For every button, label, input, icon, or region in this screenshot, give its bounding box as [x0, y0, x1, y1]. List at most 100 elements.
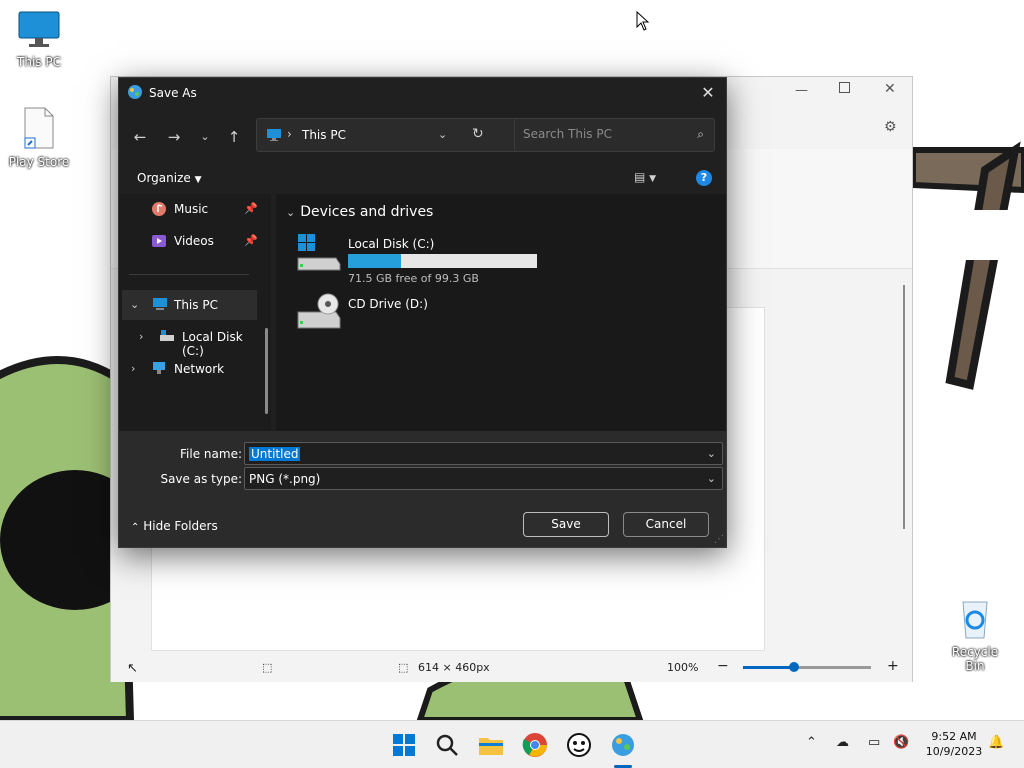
- volume-muted-icon[interactable]: 🔇: [893, 735, 909, 750]
- nav-item-label: This PC: [174, 298, 218, 312]
- chevron-down-icon[interactable]: ⌄: [130, 298, 139, 311]
- nav-divider: [129, 274, 249, 275]
- dialog-close-button[interactable]: ✕: [698, 83, 718, 103]
- chevron-down-icon: ▼: [649, 174, 657, 184]
- windows-drive-icon: [297, 234, 341, 271]
- file-explorer-icon[interactable]: [477, 731, 505, 759]
- close-icon[interactable]: ✕: [884, 81, 896, 97]
- disk-icon: [160, 330, 174, 341]
- file-name-value[interactable]: Untitled: [249, 447, 301, 461]
- search-box[interactable]: ⌕: [514, 118, 715, 152]
- videos-icon: [152, 235, 166, 247]
- chevron-down-icon[interactable]: ⌄: [707, 447, 716, 460]
- file-name-field[interactable]: Untitled ⌄: [244, 442, 723, 465]
- group-title: Devices and drives: [300, 204, 434, 220]
- save-type-select[interactable]: PNG (*.png) ⌄: [244, 467, 723, 490]
- zoom-level: 100%: [667, 661, 699, 674]
- network-tray-icon[interactable]: ▭: [868, 735, 880, 750]
- chevron-down-icon: ▼: [194, 175, 202, 185]
- zoom-slider-thumb[interactable]: [789, 662, 799, 672]
- desktop-icon-play-store[interactable]: Play Store: [7, 106, 71, 169]
- app-face-icon[interactable]: [565, 731, 593, 759]
- pin-icon: 📌: [244, 234, 258, 247]
- monitor-icon: [267, 129, 281, 141]
- monitor-icon: [153, 298, 167, 310]
- clock-date: 10/9/2023: [925, 745, 983, 758]
- help-button[interactable]: ?: [696, 170, 712, 186]
- chevron-right-icon[interactable]: ›: [131, 362, 135, 375]
- nav-item-videos[interactable]: Videos 📌: [119, 226, 259, 256]
- drive-free-space: 71.5 GB free of 99.3 GB: [348, 272, 479, 285]
- drive-cd-d[interactable]: CD Drive (D:): [296, 292, 696, 342]
- dialog-navbar: ← → ⌄ ↑ › This PC ⌄ ↻ ⌕: [119, 108, 726, 164]
- desktop-icon-recycle-bin[interactable]: Recycle Bin: [943, 596, 1007, 673]
- desktop-icon-label: Play Store: [8, 155, 70, 169]
- tray-overflow-icon[interactable]: ⌃: [806, 735, 817, 750]
- organize-button[interactable]: Organize ▼: [137, 171, 202, 185]
- file-name-label: File name:: [180, 447, 242, 461]
- cancel-button[interactable]: Cancel: [623, 512, 709, 537]
- nav-item-this-pc[interactable]: ⌄ This PC: [122, 290, 257, 320]
- selection-icon: ⬚: [262, 661, 273, 674]
- paint-app-icon: [128, 85, 142, 99]
- group-header[interactable]: ⌄ Devices and drives: [286, 204, 433, 220]
- chevron-down-icon[interactable]: ⌄: [707, 472, 716, 485]
- monitor-icon: [18, 11, 60, 47]
- view-options-button[interactable]: ▤ ▼: [634, 170, 656, 184]
- save-button[interactable]: Save: [523, 512, 609, 537]
- recent-locations-icon[interactable]: ⌄: [193, 125, 217, 149]
- paint-app-icon[interactable]: [609, 731, 637, 759]
- refresh-icon[interactable]: ↻: [472, 126, 484, 142]
- chevron-down-icon: ⌄: [286, 206, 296, 219]
- forward-icon[interactable]: →: [162, 125, 186, 149]
- minimize-icon[interactable]: —: [795, 83, 808, 98]
- account-icon[interactable]: ⚙: [884, 119, 897, 135]
- zoom-slider-fill: [743, 666, 791, 669]
- dialog-titlebar: Save As ✕: [119, 78, 726, 108]
- document-shortcut-icon: [24, 107, 54, 149]
- start-icon[interactable]: [390, 731, 418, 759]
- address-dropdown-icon[interactable]: ⌄: [438, 128, 447, 141]
- back-icon[interactable]: ←: [128, 125, 152, 149]
- taskbar-clock[interactable]: 9:52 AM 10/9/2023: [922, 729, 986, 759]
- notification-bell-icon[interactable]: 🔔: [988, 735, 1004, 750]
- zoom-out-icon[interactable]: −: [717, 658, 729, 674]
- nav-scrollbar[interactable]: [265, 328, 268, 414]
- search-icon: ⌕: [697, 127, 704, 141]
- nav-item-network[interactable]: › Network: [119, 354, 259, 384]
- content-pane: ⌄ Devices and drives Local Disk (C:) 71.5…: [276, 194, 726, 431]
- maximize-icon[interactable]: [839, 82, 850, 93]
- nav-item-local-disk[interactable]: › Local Disk (C:): [119, 322, 259, 358]
- chrome-icon[interactable]: [521, 731, 549, 759]
- drive-name: Local Disk (C:): [348, 237, 435, 251]
- canvas-size-icon: ⬚: [398, 661, 409, 674]
- mouse-cursor-icon: [636, 11, 650, 31]
- cd-drive-icon: [297, 293, 341, 329]
- zoom-in-icon[interactable]: +: [887, 658, 899, 674]
- hide-folders-button[interactable]: ⌃ Hide Folders: [131, 519, 218, 533]
- chevron-up-icon: ⌃: [131, 522, 140, 533]
- save-as-dialog: Save As ✕ ← → ⌄ ↑ › This PC ⌄ ↻ ⌕ Organi…: [118, 77, 727, 548]
- organize-label: Organize: [137, 171, 191, 185]
- chevron-right-icon[interactable]: ›: [139, 330, 143, 343]
- drive-local-disk-c[interactable]: Local Disk (C:) 71.5 GB free of 99.3 GB: [296, 232, 696, 285]
- address-current[interactable]: This PC: [302, 128, 346, 142]
- view-details-icon: ▤: [634, 170, 646, 184]
- dialog-toolbar: Organize ▼ ▤ ▼ ?: [119, 164, 726, 194]
- network-icon: [153, 362, 165, 374]
- onedrive-icon[interactable]: ☁: [836, 735, 849, 750]
- dialog-bottom-panel: File name: Untitled ⌄ Save as type: PNG …: [119, 431, 726, 547]
- paint-status-bar: ↖ ⬚ ⬚ 614 × 460px 100% − +: [111, 652, 912, 682]
- search-icon[interactable]: [433, 731, 461, 759]
- taskbar: ⌃ ☁ ▭ 🔇 9:52 AM 10/9/2023 🔔: [0, 720, 1024, 768]
- nav-item-label: Videos: [174, 234, 214, 248]
- up-icon[interactable]: ↑: [222, 125, 246, 149]
- desktop-icon-this-pc[interactable]: This PC: [7, 10, 71, 69]
- canvas-size-text: 614 × 460px: [418, 661, 490, 674]
- desktop-icon-label: This PC: [17, 55, 61, 69]
- recycle-bin-icon: [962, 601, 988, 639]
- search-input[interactable]: [523, 127, 683, 141]
- nav-item-music[interactable]: Music 📌: [119, 194, 259, 224]
- paint-scrollbar[interactable]: [903, 285, 905, 529]
- resize-grip-icon[interactable]: ⋰: [714, 534, 724, 545]
